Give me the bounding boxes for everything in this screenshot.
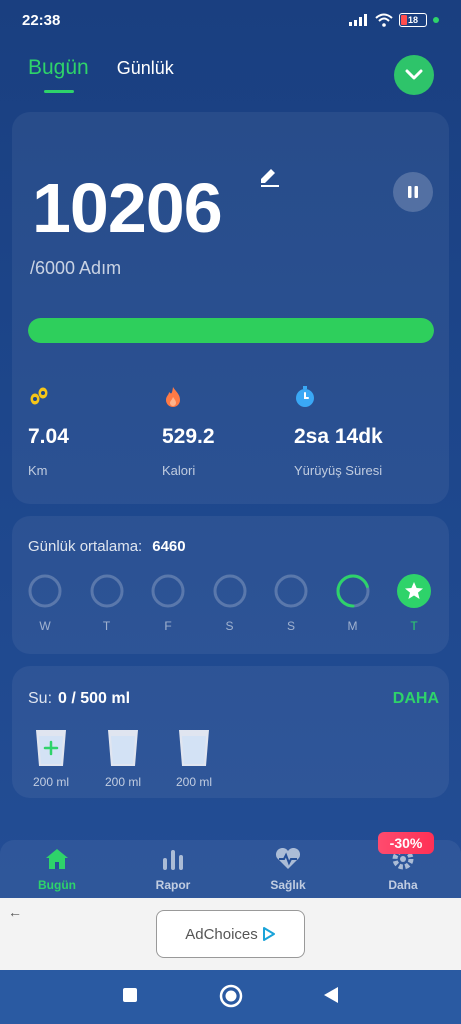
- nav-label: Sağlık: [270, 878, 306, 892]
- pause-icon: [408, 186, 418, 198]
- day-ring[interactable]: T: [90, 574, 124, 633]
- glass-add-icon: [36, 730, 66, 766]
- step-count: 10206: [32, 169, 223, 247]
- day-ring[interactable]: T: [397, 574, 431, 633]
- progress-ring: [90, 574, 123, 608]
- progress-ring: [336, 574, 369, 608]
- step-goal: /6000 Adım: [30, 258, 122, 278]
- back-arrow-icon[interactable]: ←: [8, 904, 22, 920]
- metric-value: 2sa 14dk: [294, 425, 383, 448]
- metric-value: 7.04: [28, 425, 69, 448]
- discount-badge[interactable]: -30%: [378, 832, 434, 854]
- top-tabs: Bugün Günlük: [28, 56, 174, 93]
- day-label: T: [410, 619, 418, 633]
- pause-button[interactable]: [393, 172, 433, 212]
- flame-icon: [166, 387, 180, 407]
- week-days: W T F S S M T: [28, 574, 432, 634]
- glass-icon: [108, 730, 138, 766]
- battery-icon: 18: [399, 13, 427, 27]
- water-glass[interactable]: 200 ml: [98, 728, 148, 789]
- adchoices-label: AdChoices: [185, 925, 258, 943]
- water-glass-add[interactable]: 200 ml: [26, 728, 76, 789]
- steps-card: 10206 /6000 Adım 7.04 Km 529.2 Kalori 2s: [12, 112, 449, 504]
- home-button-icon[interactable]: [219, 984, 243, 1008]
- edit-icon[interactable]: [257, 164, 281, 188]
- footsteps-icon: [30, 387, 48, 405]
- nav-label: Daha: [388, 878, 418, 892]
- day-label: S: [225, 619, 234, 633]
- battery-level: 18: [407, 15, 418, 25]
- day-label: T: [102, 619, 111, 633]
- adchoices-icon: [262, 927, 275, 941]
- nav-label: Bugün: [38, 878, 76, 892]
- dropdown-button[interactable]: [394, 55, 434, 95]
- bar-chart-icon: [163, 850, 183, 870]
- nav-rapor[interactable]: Rapor: [128, 846, 218, 892]
- metric-label: Km: [28, 463, 48, 478]
- water-intake: Su: 0 / 500 ml: [28, 690, 130, 708]
- signal-icon: [349, 14, 367, 26]
- water-card: Su: 0 / 500 ml DAHA 200 ml 200 ml 200 ml: [12, 666, 449, 798]
- day-ring[interactable]: S: [213, 574, 247, 633]
- glass-label: 200 ml: [175, 775, 213, 789]
- status-icons: 18: [349, 13, 439, 27]
- day-label: W: [39, 619, 51, 633]
- metric-label: Kalori: [162, 463, 196, 478]
- day-ring[interactable]: S: [274, 574, 308, 633]
- metric-label: Yürüyüş Süresi: [294, 463, 383, 478]
- water-value: 0 / 500 ml: [58, 690, 131, 707]
- glass-label: 200 ml: [104, 775, 142, 789]
- nav-bugun[interactable]: Bugün: [12, 846, 102, 892]
- step-progress-fill: [28, 318, 434, 343]
- day-ring[interactable]: W: [28, 574, 62, 633]
- privacy-dot: [433, 17, 439, 23]
- water-glass[interactable]: 200 ml: [169, 728, 219, 789]
- adchoices-button[interactable]: AdChoices: [156, 910, 305, 958]
- recents-icon[interactable]: [121, 986, 139, 1004]
- day-label: F: [164, 619, 172, 633]
- metric-walk-time: 2sa 14dk Yürüyüş Süresi: [294, 386, 383, 478]
- progress-ring: [151, 574, 185, 608]
- timer-icon: [296, 386, 314, 407]
- back-icon[interactable]: [322, 986, 340, 1004]
- progress-ring: [274, 574, 308, 608]
- day-label: M: [347, 619, 358, 633]
- metric-distance: 7.04 Km: [28, 386, 69, 478]
- water-more-button[interactable]: DAHA: [393, 690, 439, 708]
- progress-ring: [28, 574, 62, 608]
- star-icon: [397, 574, 431, 608]
- wifi-icon: [375, 13, 393, 27]
- daily-average-value: 6460: [152, 538, 186, 555]
- daily-average: Günlük ortalama: 6460: [28, 538, 186, 555]
- glass-label: 200 ml: [32, 775, 70, 789]
- nav-saglik[interactable]: Sağlık: [243, 846, 333, 892]
- step-progress-bar: [28, 318, 434, 343]
- heart-pulse-icon: [275, 848, 301, 869]
- day-ring[interactable]: F: [151, 574, 185, 633]
- tab-gunluk[interactable]: Günlük: [117, 58, 174, 79]
- chevron-down-icon: [405, 69, 423, 80]
- water-label: Su:: [28, 690, 53, 707]
- status-time: 22:38: [22, 12, 61, 29]
- status-bar: 22:38 18: [0, 0, 461, 40]
- progress-ring: [213, 574, 246, 608]
- weekly-card[interactable]: Günlük ortalama: 6460 W T F S S M T: [12, 516, 449, 654]
- home-icon: [46, 849, 68, 869]
- system-nav-bar: [0, 970, 461, 1024]
- glass-icon: [179, 730, 209, 766]
- ad-banner: ← AdChoices: [0, 898, 461, 970]
- tab-bugun[interactable]: Bugün: [28, 56, 89, 93]
- daily-average-label: Günlük ortalama:: [28, 538, 143, 555]
- nav-label: Rapor: [155, 878, 191, 892]
- metric-value: 529.2: [162, 425, 215, 448]
- metric-calories: 529.2 Kalori: [162, 386, 215, 478]
- day-label: S: [286, 619, 295, 633]
- day-ring[interactable]: M: [336, 574, 370, 633]
